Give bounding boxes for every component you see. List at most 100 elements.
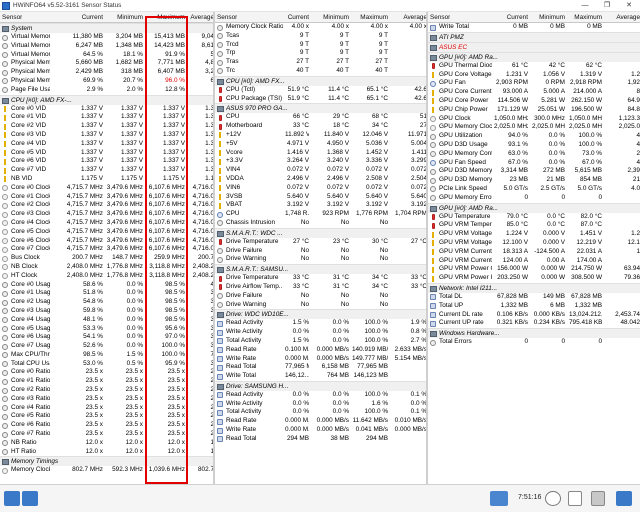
- report-icon[interactable]: [568, 491, 582, 506]
- sensor-row[interactable]: HT Clock 2,408.0 MHz 1,776.8 MHz 3,118.8 MH…: [0, 272, 213, 281]
- sensor-row[interactable]: Physical Memory Av... 2,429 MB 318 MB 6,407…: [0, 68, 213, 77]
- sensor-row[interactable]: Core #0 Ratio 23.5 x 23.5 x 23.5 x 2: [0, 368, 213, 377]
- sensor-row[interactable]: Core #4 Usage 48.1 % 0.0 % 98.5 % 3: [0, 316, 213, 325]
- sensor-row[interactable]: VDDA 2.496 V 2.496 V 2.508 V 2.504: [215, 175, 426, 184]
- sensor-row[interactable]: GPU Utilization 94.0 % 0.0 % 100.0 % 4: [428, 132, 640, 141]
- sensor-row[interactable]: Virtual Memory Com... 11,380 MB 3,204 MB 15…: [0, 33, 213, 42]
- sensor-row[interactable]: Core #3 Ratio 23.5 x 23.5 x 23.5 x 2: [0, 395, 213, 404]
- sensor-row[interactable]: Write Activity 0.0 % 0.0 % 100.0 % 0.8 %: [215, 328, 426, 337]
- sensor-row[interactable]: Core #5 Clock 4,715.7 MHz 3,479.6 MHz 6,107…: [0, 228, 213, 237]
- sensor-row[interactable]: Current DL rate 0.106 KB/s 0.000 KB/s 13,02…: [428, 311, 640, 320]
- sensor-row[interactable]: Total UP 1,332 MB 6 MB 1,332 MB: [428, 302, 640, 311]
- sensor-row[interactable]: VIN6 0.072 V 0.072 V 0.072 V 0.072: [215, 184, 426, 193]
- sensor-row[interactable]: GPU Memory Errors 0 0 0: [428, 194, 640, 203]
- sensor-row[interactable]: Virtual Memory Avai... 6,247 MB 1,348 MB 14…: [0, 42, 213, 51]
- sensor-row[interactable]: GPU Core Power 114.506 W 5.281 W 262.150 W 6…: [428, 97, 640, 106]
- sensor-row[interactable]: Max CPU/Thread U... 98.5 % 1.5 % 100.0 % 7: [0, 351, 213, 360]
- sensor-row[interactable]: Tcas 9 T 9 T 9 T: [215, 32, 426, 41]
- sensor-row[interactable]: GPU Fan 2,903 RPM 0 RPM 2,918 RPM 1,92: [428, 79, 640, 88]
- sensor-row[interactable]: Core #1 Ratio 23.5 x 23.5 x 23.5 x 2: [0, 377, 213, 386]
- column-header-minimum[interactable]: Minimum: [106, 14, 143, 21]
- column-header-sensor[interactable]: Sensor: [2, 14, 22, 21]
- sensor-row[interactable]: Drive Airflow Temp... 33 °C 31 °C 34 °C 33 °…: [215, 283, 426, 292]
- sensor-row[interactable]: Core #4 Ratio 23.5 x 23.5 x 23.5 x 2: [0, 404, 213, 413]
- sensor-row[interactable]: VBAT 3.192 V 3.192 V 3.192 V 3.192: [215, 201, 426, 210]
- sensor-row[interactable]: Core #4 Clock 4,715.7 MHz 3,479.6 MHz 6,107…: [0, 219, 213, 228]
- sensor-row[interactable]: GPU VRM Temperat... 85.0 °C 0.0 °C 87.0 °C: [428, 221, 640, 230]
- sensor-row[interactable]: Trcd 9 T 9 T 9 T: [215, 41, 426, 50]
- sensor-row[interactable]: GPU D3D Usage 93.1 % 0.0 % 100.0 % 4: [428, 141, 640, 150]
- sensor-group-header[interactable]: ATI PMZ: [428, 31, 640, 42]
- sensor-row[interactable]: Core #6 VID 1.337 V 1.337 V 1.337 V 1.3: [0, 157, 213, 166]
- sensor-row[interactable]: GPU VRM Voltage I... 12.100 V 0.000 V 12.21…: [428, 239, 640, 248]
- sensor-row[interactable]: GPU D3D Memory D... 23 MB 21 MB 854 MB 21: [428, 176, 640, 185]
- sensor-row[interactable]: Trp 9 T 9 T 9 T: [215, 49, 426, 58]
- sensor-row[interactable]: Core #6 Clock 4,715.7 MHz 3,479.6 MHz 6,107…: [0, 237, 213, 246]
- sensor-row[interactable]: Drive Warning No No No: [215, 301, 426, 310]
- sensor-row[interactable]: GPU Fan Speed 67.0 % 0.0 % 67.0 % 4: [428, 159, 640, 168]
- sensor-row[interactable]: Total DL 67,828 MB 149 MB 67,828 MB: [428, 293, 640, 302]
- column-header-average[interactable]: Average: [606, 14, 640, 21]
- sensor-row[interactable]: Read Rate 0.000 M... 0.000 MB/s11.642 MB/s…: [215, 417, 426, 426]
- sensor-row[interactable]: Core #7 Clock 4,715.7 MHz 3,479.6 MHz 6,107…: [0, 245, 213, 254]
- sensor-row[interactable]: Total Errors 0 0 0: [428, 338, 640, 347]
- column-header-average[interactable]: Average: [189, 14, 213, 21]
- sensor-row[interactable]: Core #7 VID 1.337 V 1.337 V 1.337 V 1.3: [0, 166, 213, 175]
- sensor-row[interactable]: Write Total 0 MB 0 MB 0 MB: [428, 23, 640, 32]
- sensor-row[interactable]: Core #5 Ratio 23.5 x 23.5 x 23.5 x 2: [0, 412, 213, 421]
- sensor-row[interactable]: Write Activity 0.0 % 0.0 % 1.6 % 0.0 %: [215, 400, 426, 409]
- sensor-row[interactable]: GPU Memory Clock 2,025.0 MHz 2,025.0 MHz 2,…: [428, 123, 640, 132]
- sensor-row[interactable]: Core #3 VID 1.337 V 1.337 V 1.337 V 1.3: [0, 131, 213, 140]
- sensor-row[interactable]: Read Activity 1.5 % 0.0 % 100.0 % 1.9 %: [215, 319, 426, 328]
- sensor-row[interactable]: GPU D3D Memory D... 3,314 MB 272 MB 5,615 M…: [428, 167, 640, 176]
- minimize-button[interactable]: —: [574, 0, 596, 12]
- sensor-row[interactable]: GPU Core Voltage 1.231 V 1.056 V 1.319 V 1.2: [428, 71, 640, 80]
- settings-icon[interactable]: [591, 491, 605, 506]
- column-header-minimum[interactable]: Minimum: [314, 14, 349, 21]
- sensor-row[interactable]: Core #1 Usage 51.8 % 0.0 % 98.5 % 3: [0, 289, 213, 298]
- sensor-group-header[interactable]: ASUS 970 PRO GA...: [215, 103, 426, 114]
- sensor-row[interactable]: Total Activity 0.0 % 0.0 % 100.0 % 0.1 %: [215, 408, 426, 417]
- sensor-group-header[interactable]: Memory Timings: [0, 456, 213, 467]
- network-icon[interactable]: [490, 491, 508, 506]
- sensor-group-header[interactable]: Drive: SAMSUNG H...: [215, 380, 426, 391]
- sensor-row[interactable]: +5V 4.971 V 4.950 V 5.036 V 5.004: [215, 140, 426, 149]
- column-header-current[interactable]: Current: [52, 14, 103, 21]
- sensor-row[interactable]: PCIe Link Speed 5.0 GT/s 2.5 GT/s 5.0 GT/s 4…: [428, 185, 640, 194]
- sensor-group-header[interactable]: Drive: WDC WD10E...: [215, 309, 426, 320]
- sensor-row[interactable]: Core #2 Usage 54.8 % 0.0 % 98.5 % 3: [0, 298, 213, 307]
- sensor-row[interactable]: GPU Chip Power 171.129 W 25.051 W 196.500 W…: [428, 106, 640, 115]
- sensor-row[interactable]: CPU 66 °C 29 °C 68 °C 51: [215, 113, 426, 122]
- sensor-row[interactable]: Drive Failure No No No: [215, 247, 426, 256]
- sensor-row[interactable]: Total CPU Usage 53.0 % 0.5 % 95.9 % 3: [0, 360, 213, 369]
- sensor-row[interactable]: +12V 11.892 V 11.840 V 12.046 V 11.971: [215, 131, 426, 140]
- sensor-row[interactable]: Trc 40 T 40 T 40 T: [215, 67, 426, 76]
- sensor-row[interactable]: Current UP rate 0.321 KB/s 0.234 KB/s 795.4…: [428, 319, 640, 328]
- sensor-group-header[interactable]: CPU [#0]: AMD FX-...: [0, 94, 213, 105]
- column-header-current[interactable]: Current: [494, 14, 528, 21]
- sensor-row[interactable]: GPU VRM Voltage I... 1.224 V 0.000 V 1.451 …: [428, 230, 640, 239]
- sensor-row[interactable]: Drive Temperature 33 °C 31 °C 34 °C 33 °C: [215, 274, 426, 283]
- sensor-row[interactable]: Core #0 VID 1.337 V 1.337 V 1.337 V 1.3: [0, 105, 213, 114]
- sensor-row[interactable]: GPU VRM Power Out... 156.000 W 0.000 W 214.…: [428, 265, 640, 274]
- sensor-row[interactable]: Read Total 77,965 MB 6,158 MB 77,965 MB: [215, 363, 426, 372]
- sensor-row[interactable]: Drive Failure No No No: [215, 292, 426, 301]
- sensor-row[interactable]: GPU Temperature 79.0 °C 0.0 °C 82.0 °C: [428, 213, 640, 222]
- sensor-row[interactable]: Write Total 146,12... 764 MB 146,123 MB: [215, 372, 426, 381]
- sensor-group-header[interactable]: System: [0, 23, 213, 33]
- sensor-row[interactable]: Core #6 Usage 54.1 % 0.0 % 97.0 % 3: [0, 333, 213, 342]
- column-header-current[interactable]: Current: [285, 14, 309, 21]
- sensor-row[interactable]: Core #4 VID 1.337 V 1.337 V 1.337 V 1.3: [0, 140, 213, 149]
- sensor-row[interactable]: VIN4 0.072 V 0.072 V 0.072 V 0.072: [215, 166, 426, 175]
- exit-icon[interactable]: [616, 491, 632, 506]
- sensor-row[interactable]: Core #5 Usage 53.3 % 0.0 % 95.6 % 3: [0, 325, 213, 334]
- column-header-maximum[interactable]: Maximum: [569, 14, 602, 21]
- sensor-row[interactable]: Core #6 Ratio 23.5 x 23.5 x 23.5 x 2: [0, 421, 213, 430]
- restore-button[interactable]: ❐: [596, 0, 618, 12]
- sensor-row[interactable]: Vcore 1.416 V 1.368 V 1.452 V 1.411: [215, 149, 426, 158]
- sensor-group-header[interactable]: CPU [#0]: AMD FX...: [215, 75, 426, 86]
- sensor-row[interactable]: Virtual Memory Load 64.5 % 18.1 % 91.9 % 5: [0, 51, 213, 60]
- sensor-group-header[interactable]: S.M.A.R.T.: SAMSU...: [215, 264, 426, 275]
- sensor-row[interactable]: Read Activity 0.0 % 0.0 % 100.0 % 0.1 %: [215, 391, 426, 400]
- sensor-row[interactable]: Physical Memory Used 5,660 MB 1,682 MB 7,77…: [0, 59, 213, 68]
